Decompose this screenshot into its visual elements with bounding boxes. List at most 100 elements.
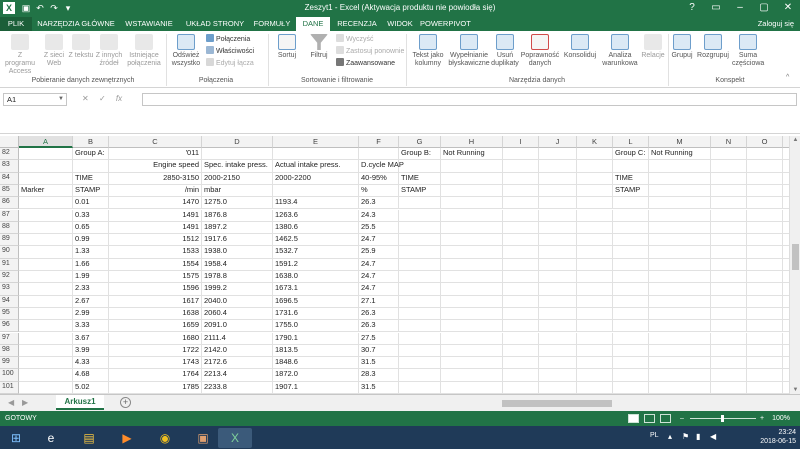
cell-c98[interactable]: 1722 [109,344,202,358]
cell-g101[interactable] [399,381,441,394]
cell-c87[interactable]: 1491 [109,209,202,222]
cell-f82[interactable] [359,148,399,161]
cell-a93[interactable] [19,283,73,296]
row-header[interactable]: 88 [0,221,19,235]
cell-o82[interactable] [747,148,783,161]
scroll-up-icon[interactable]: ▲ [790,137,800,143]
cell-j93[interactable] [539,283,577,296]
cell-d83[interactable]: Spec. intake press. [202,160,273,173]
cell-e97[interactable]: 1790.1 [273,332,359,345]
cell-f90[interactable]: 25.9 [359,246,399,259]
cell-m91[interactable] [649,258,711,271]
cell-h95[interactable] [441,307,503,321]
column-header-k[interactable]: K [577,136,613,148]
cell-f88[interactable]: 25.5 [359,221,399,235]
from-text-button[interactable]: Z tekstu [68,34,94,60]
cell-k90[interactable] [577,246,613,259]
cell-b96[interactable]: 3.33 [73,320,109,333]
cell-b86[interactable]: 0.01 [73,197,109,210]
cell-j96[interactable] [539,320,577,333]
cell-a97[interactable] [19,332,73,345]
tab-powerpivot[interactable]: POWERPIVOT [420,17,471,31]
cell-j94[interactable] [539,295,577,308]
cell-g90[interactable] [399,246,441,259]
cell-l90[interactable] [613,246,649,259]
cell-h92[interactable] [441,271,503,284]
cell-l93[interactable] [613,283,649,296]
cell-j82[interactable] [539,148,577,161]
row-header[interactable]: 96 [0,320,19,333]
from-access-button[interactable]: Z programu Access [2,34,38,76]
cell-j87[interactable] [539,209,577,222]
cell-e83[interactable]: Actual intake press. [273,160,359,173]
cell-b93[interactable]: 2.33 [73,283,109,296]
cell-m100[interactable] [649,369,711,382]
row-header[interactable]: 98 [0,344,19,358]
cell-m98[interactable] [649,344,711,358]
properties-button[interactable]: Właściwości [206,46,254,56]
cell-i98[interactable] [503,344,539,358]
cell-o85[interactable] [747,184,783,198]
cancel-icon[interactable]: ✕ [82,94,89,103]
zoom-in-icon[interactable]: + [760,411,764,426]
cell-d86[interactable]: 1275.0 [202,197,273,210]
cell-k86[interactable] [577,197,613,210]
cell-i85[interactable] [503,184,539,198]
cell-g84[interactable]: TIME [399,172,441,185]
cell-n85[interactable] [711,184,747,198]
text-to-columns-button[interactable]: Tekst jako kolumny [408,34,448,68]
cell-j98[interactable] [539,344,577,358]
cell-o88[interactable] [747,221,783,235]
cell-g88[interactable] [399,221,441,235]
cell-h84[interactable] [441,172,503,185]
cell-h100[interactable] [441,369,503,382]
cell-l92[interactable] [613,271,649,284]
cell-j88[interactable] [539,221,577,235]
cell-b94[interactable]: 2.67 [73,295,109,308]
column-header-n[interactable]: N [711,136,747,148]
cell-o97[interactable] [747,332,783,345]
cell-a87[interactable] [19,209,73,222]
cell-b87[interactable]: 0.33 [73,209,109,222]
enter-icon[interactable]: ✓ [99,94,106,103]
row-header[interactable]: 95 [0,307,19,321]
cell-l98[interactable] [613,344,649,358]
help-button[interactable]: ? [680,0,704,17]
cell-c96[interactable]: 1659 [109,320,202,333]
cell-d87[interactable]: 1876.8 [202,209,273,222]
cell-l88[interactable] [613,221,649,235]
cell-d89[interactable]: 1917.6 [202,234,273,247]
cell-a90[interactable] [19,246,73,259]
cell-k101[interactable] [577,381,613,394]
cell-k95[interactable] [577,307,613,321]
cell-e84[interactable]: 2000-2200 [273,172,359,185]
cell-a91[interactable] [19,258,73,271]
cell-j89[interactable] [539,234,577,247]
cell-f94[interactable]: 27.1 [359,295,399,308]
cell-g87[interactable] [399,209,441,222]
cell-c83[interactable]: Engine speed [109,160,202,173]
cell-d94[interactable]: 2040.0 [202,295,273,308]
cell-d100[interactable]: 2213.4 [202,369,273,382]
column-header-h[interactable]: H [441,136,503,148]
cell-d101[interactable]: 2233.8 [202,381,273,394]
language-indicator[interactable]: PL [650,432,659,439]
cell-i84[interactable] [503,172,539,185]
cell-m82[interactable]: Not Running [649,148,711,161]
start-button-icon[interactable]: ⊞ [2,428,30,448]
cell-b88[interactable]: 0.65 [73,221,109,235]
cell-i88[interactable] [503,221,539,235]
row-header[interactable]: 100 [0,369,19,382]
cell-f101[interactable]: 31.5 [359,381,399,394]
cell-g85[interactable]: STAMP [399,184,441,198]
column-header-e[interactable]: E [273,136,359,148]
cell-k83[interactable] [577,160,613,173]
cell-a85[interactable]: Marker [19,184,73,198]
cell-b82[interactable]: Group A: [73,148,109,161]
cell-i96[interactable] [503,320,539,333]
next-sheet-icon[interactable]: ▶ [22,398,28,407]
formula-bar-expanded-area[interactable] [0,110,800,134]
cell-e86[interactable]: 1193.4 [273,197,359,210]
cell-k99[interactable] [577,357,613,370]
flash-fill-button[interactable]: Wypełnianie błyskawiczne [448,34,490,68]
